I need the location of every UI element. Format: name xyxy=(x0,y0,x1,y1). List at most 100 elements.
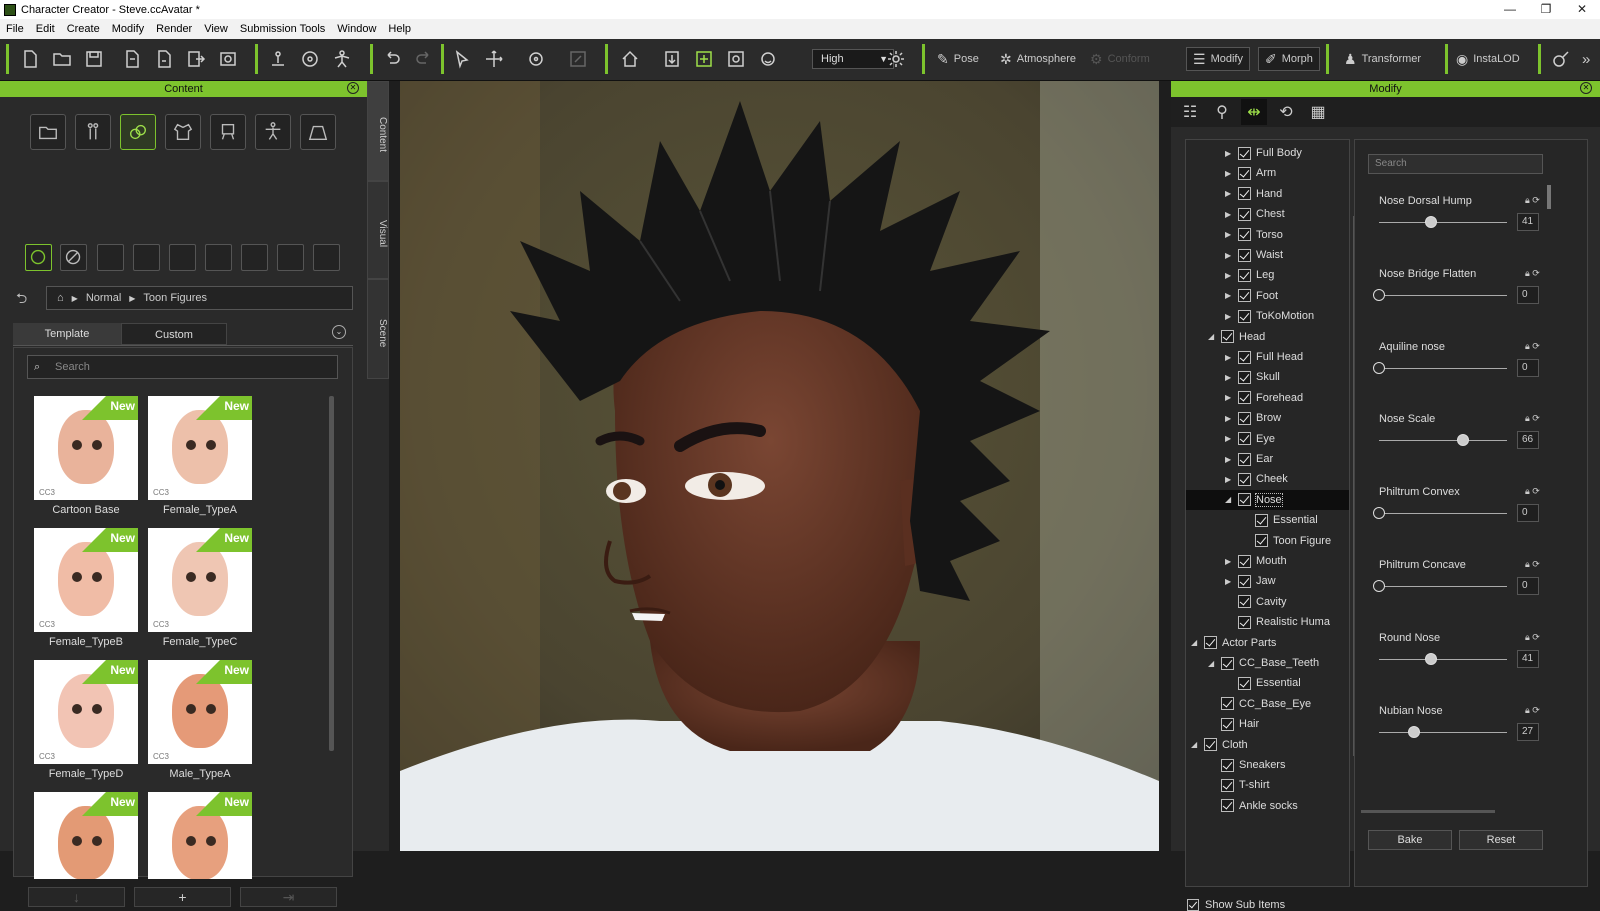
template-card[interactable]: New xyxy=(148,792,252,879)
slider-value-input[interactable]: 27 xyxy=(1517,722,1539,741)
tree-node[interactable]: ▶ Ear xyxy=(1186,449,1349,469)
menu-create[interactable]: Create xyxy=(61,23,106,35)
tree-node[interactable]: ▶ ToKoMotion xyxy=(1186,306,1349,326)
lock-icon[interactable]: 🔒︎ ⟳ xyxy=(1525,705,1540,716)
slider-knob[interactable] xyxy=(1425,216,1438,228)
tree-node[interactable]: ▶ Foot xyxy=(1186,286,1349,306)
panel-divider[interactable] xyxy=(1159,81,1171,851)
toolbar-overflow-button[interactable]: » xyxy=(1582,47,1590,71)
expand-right-icon[interactable]: ▶ xyxy=(1225,291,1233,300)
scale-icon[interactable] xyxy=(568,47,588,71)
tree-node[interactable]: ◢ Actor Parts xyxy=(1186,633,1349,653)
expand-down-icon[interactable]: ◢ xyxy=(1225,495,1233,504)
3d-viewport[interactable] xyxy=(400,81,1159,851)
template-card[interactable]: New xyxy=(34,792,138,879)
tree-node[interactable]: ◢ Cloth xyxy=(1186,735,1349,755)
open-folder-icon[interactable] xyxy=(52,47,72,71)
tree-checkbox[interactable] xyxy=(1238,146,1251,160)
accessory-category-button[interactable] xyxy=(210,114,246,150)
pose-category-button[interactable] xyxy=(255,114,291,150)
lock-icon[interactable]: 🔒︎ ⟳ xyxy=(1525,413,1540,424)
expand-right-icon[interactable]: ▶ xyxy=(1225,414,1233,423)
tree-checkbox[interactable] xyxy=(1204,636,1217,650)
menu-window[interactable]: Window xyxy=(331,23,382,35)
expand-right-icon[interactable]: ▶ xyxy=(1225,210,1233,219)
slider-track[interactable] xyxy=(1379,222,1507,223)
expand-right-icon[interactable]: ▶ xyxy=(1225,393,1233,402)
tree-checkbox[interactable] xyxy=(1238,228,1251,242)
plugin-icon[interactable] xyxy=(1551,47,1571,71)
subcategory-slot[interactable] xyxy=(133,244,160,271)
fit-view-icon[interactable] xyxy=(662,47,682,71)
atmosphere-button[interactable]: ✲ Atmosphere xyxy=(1000,47,1076,71)
tree-node[interactable]: ▶ Torso xyxy=(1186,225,1349,245)
modify-button[interactable]: ☰ Modify xyxy=(1186,47,1250,71)
tree-checkbox[interactable] xyxy=(1221,656,1234,670)
tab-visual[interactable]: Visual xyxy=(367,181,389,279)
expand-down-icon[interactable]: ◢ xyxy=(1191,638,1199,647)
tree-checkbox[interactable] xyxy=(1255,534,1268,548)
expand-right-icon[interactable]: ▶ xyxy=(1225,353,1233,362)
tree-checkbox[interactable] xyxy=(1221,717,1234,731)
show-sub-items-checkbox[interactable]: Show Sub Items xyxy=(1187,899,1285,911)
menu-file[interactable]: File xyxy=(0,23,30,35)
menu-edit[interactable]: Edit xyxy=(30,23,61,35)
morph-button[interactable]: ✐ Morph xyxy=(1258,47,1320,71)
tree-checkbox[interactable] xyxy=(1221,330,1234,344)
subcategory-slot[interactable] xyxy=(205,244,232,271)
slider-track[interactable] xyxy=(1379,367,1507,369)
template-scrollbar[interactable] xyxy=(329,396,334,751)
subcategory-slot[interactable] xyxy=(97,244,124,271)
tree-node[interactable]: CC_Base_Eye xyxy=(1186,694,1349,714)
lock-icon[interactable]: 🔒︎ ⟳ xyxy=(1525,195,1540,206)
menu-help[interactable]: Help xyxy=(382,23,417,35)
expand-right-icon[interactable]: ▶ xyxy=(1225,169,1233,178)
tree-checkbox[interactable] xyxy=(1255,513,1268,527)
all-filter-button[interactable] xyxy=(25,244,52,271)
expand-right-icon[interactable]: ▶ xyxy=(1225,373,1233,382)
download-button[interactable]: ↓ xyxy=(28,887,125,907)
instalod-button[interactable]: ◉ InstaLOD xyxy=(1456,47,1520,71)
expand-right-icon[interactable]: ▶ xyxy=(1225,434,1233,443)
expand-right-icon[interactable]: ▶ xyxy=(1225,455,1233,464)
tree-node[interactable]: ◢ Nose xyxy=(1186,489,1349,510)
breadcrumb-item[interactable]: Toon Figures xyxy=(143,292,207,304)
tree-checkbox[interactable] xyxy=(1238,472,1251,486)
tab-scene[interactable]: Scene xyxy=(367,279,389,379)
tree-checkbox[interactable] xyxy=(1238,432,1251,446)
tree-checkbox[interactable] xyxy=(1238,309,1251,323)
tree-checkbox[interactable] xyxy=(1238,268,1251,282)
expand-down-icon[interactable]: ◢ xyxy=(1208,659,1216,668)
template-card-female-typea[interactable]: New CC3 Female_TypeA xyxy=(148,396,252,524)
tree-node[interactable]: Cavity xyxy=(1186,592,1349,612)
folder-category-button[interactable] xyxy=(30,114,66,150)
expand-right-icon[interactable]: ▶ xyxy=(1225,557,1233,566)
tree-checkbox[interactable] xyxy=(1238,615,1251,629)
redo-icon[interactable] xyxy=(414,47,434,71)
slider-value-input[interactable]: 0 xyxy=(1517,358,1539,377)
tree-checkbox[interactable] xyxy=(1221,758,1234,772)
tree-node[interactable]: ▶ Leg xyxy=(1186,265,1349,285)
material-icon[interactable]: ⟲ xyxy=(1273,99,1299,125)
orbit-icon[interactable] xyxy=(726,47,746,71)
content-search-input[interactable]: ⌕ Search xyxy=(27,355,338,379)
menu-render[interactable]: Render xyxy=(150,23,198,35)
expand-right-icon[interactable]: ▶ xyxy=(1225,230,1233,239)
expand-right-icon[interactable]: ▶ xyxy=(1225,189,1233,198)
tree-node[interactable]: Essential xyxy=(1186,510,1349,530)
tree-checkbox[interactable] xyxy=(1238,574,1251,588)
motion-icon[interactable] xyxy=(300,47,320,71)
tree-node[interactable]: ▶ Brow xyxy=(1186,408,1349,428)
tree-node[interactable]: Sneakers xyxy=(1186,755,1349,775)
none-filter-button[interactable] xyxy=(60,244,87,271)
template-card-male-typea[interactable]: New CC3 Male_TypeA xyxy=(148,660,252,788)
slider-track[interactable] xyxy=(1379,731,1507,733)
tree-checkbox[interactable] xyxy=(1238,350,1251,364)
tree-node[interactable]: ▶ Waist xyxy=(1186,245,1349,265)
sliders-icon[interactable]: ☷ xyxy=(1177,99,1203,125)
slider-knob[interactable] xyxy=(1373,580,1385,592)
tree-checkbox[interactable] xyxy=(1238,595,1251,609)
tree-node[interactable]: Hair xyxy=(1186,714,1349,734)
tree-node[interactable]: Essential xyxy=(1186,673,1349,693)
expand-right-icon[interactable]: ▶ xyxy=(1225,475,1233,484)
